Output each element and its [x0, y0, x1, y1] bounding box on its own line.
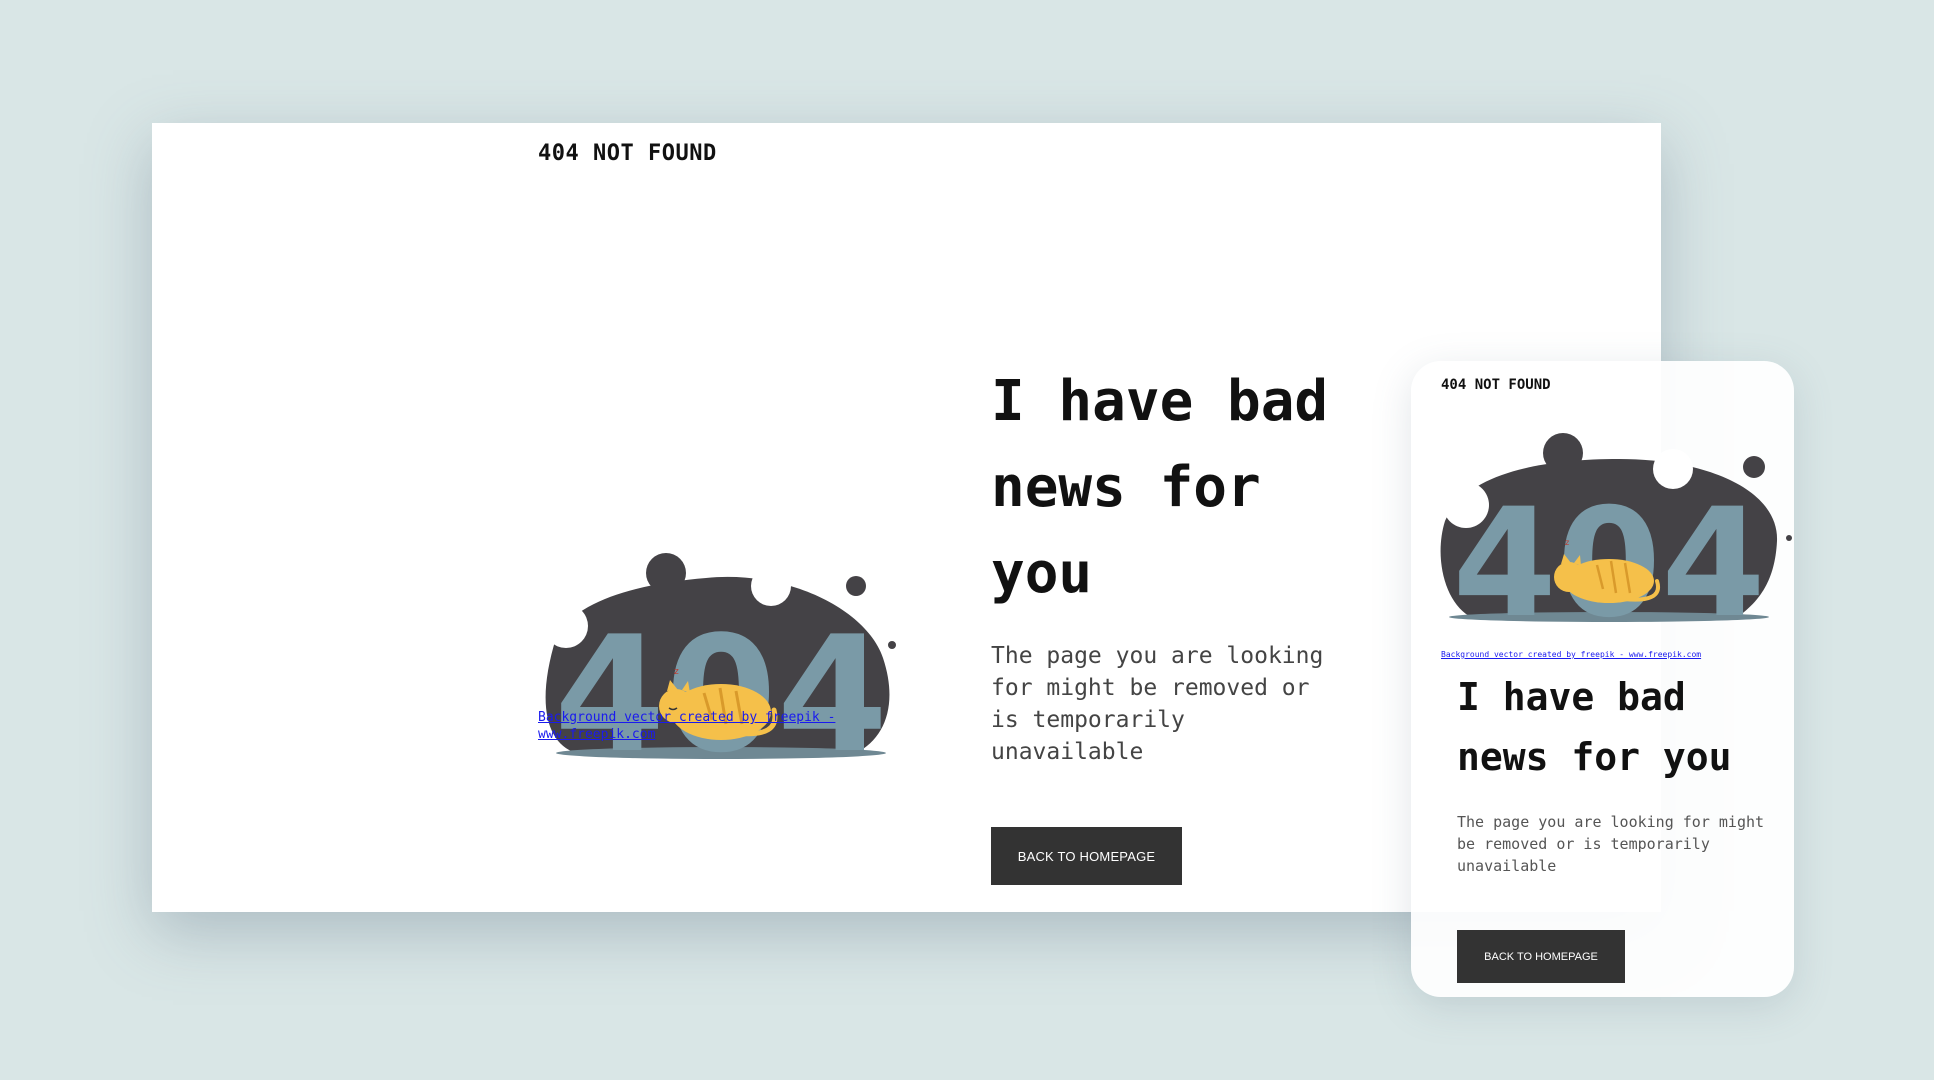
- page-heading: I have bad news for you: [991, 369, 1329, 606]
- mobile-bubble-dark-large: [1543, 433, 1583, 473]
- page-subtext: The page you are looking for might be re…: [991, 643, 1324, 765]
- illustration-404: 404 z: [544, 553, 896, 788]
- brand-logo[interactable]: 404 NOT FOUND: [538, 141, 717, 166]
- mobile-credit-link[interactable]: Background vector created by freepik - w…: [1441, 650, 1791, 659]
- mobile-page-heading: I have bad news for you: [1457, 675, 1732, 779]
- bubble-white-top: [751, 566, 791, 606]
- mobile-back-to-homepage-button[interactable]: BACK TO HOMEPAGE: [1457, 930, 1625, 983]
- sleep-z-icon: z: [674, 667, 679, 677]
- mobile-sleep-z-icon: z: [1565, 538, 1569, 547]
- mobile-illustration-404: 404 z: [1440, 433, 1792, 647]
- bubble-dark-small: [846, 576, 866, 596]
- mobile-preview: 404 NOT FOUND 404 z Background vector cr…: [1411, 361, 1794, 997]
- mobile-page-subtext: The page you are looking for might be re…: [1457, 813, 1765, 875]
- credit-link[interactable]: Background vector created by freepik - w…: [538, 709, 838, 743]
- bubble-dark-large: [646, 553, 686, 593]
- mobile-bubble-dark-dot: [1786, 535, 1792, 541]
- mobile-bubble-dark-small: [1743, 456, 1765, 478]
- back-to-homepage-button[interactable]: BACK TO HOMEPAGE: [991, 827, 1182, 885]
- mobile-brand-logo[interactable]: 404 NOT FOUND: [1441, 377, 1551, 393]
- bubble-dark-dot: [888, 641, 896, 649]
